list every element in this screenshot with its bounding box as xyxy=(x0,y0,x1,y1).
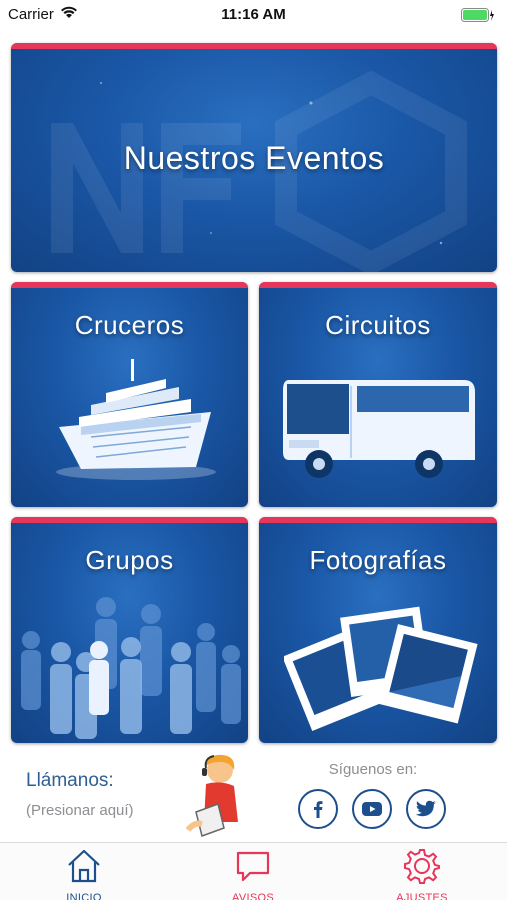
card-title: Circuitos xyxy=(325,310,431,340)
bus-icon xyxy=(283,380,475,478)
gear-icon xyxy=(404,849,440,884)
twitter-button[interactable] xyxy=(406,789,446,829)
twitter-icon xyxy=(415,800,436,817)
tab-inicio[interactable]: INICIO xyxy=(24,847,144,900)
card-title: Fotografías xyxy=(309,545,447,575)
card-circuitos[interactable]: Circuitos xyxy=(259,282,497,507)
status-bar: Carrier 11:16 AM xyxy=(0,0,507,30)
follow-us-label: Síguenos en: xyxy=(328,761,418,778)
tab-bar: INICIO AVISOS AJUSTES xyxy=(0,842,507,900)
card-cruceros[interactable]: Cruceros xyxy=(11,282,248,507)
card-title: Grupos xyxy=(85,545,174,575)
message-icon xyxy=(236,851,270,882)
card-grupos[interactable]: Grupos xyxy=(11,517,248,743)
card-title: Nuestros Eventos xyxy=(123,140,385,176)
cruise-ship-icon xyxy=(56,359,216,480)
tab-ajustes[interactable]: AJUSTES xyxy=(362,847,482,900)
call-us-label[interactable]: Llámanos: xyxy=(26,770,114,792)
youtube-button[interactable] xyxy=(352,789,392,829)
tab-label: INICIO xyxy=(66,892,102,900)
facebook-button[interactable] xyxy=(298,789,338,829)
photos-icon xyxy=(284,606,478,731)
youtube-icon xyxy=(362,802,382,816)
call-agent-illustration[interactable] xyxy=(184,752,248,838)
clock: 11:16 AM xyxy=(221,6,286,23)
card-nuestros-eventos[interactable]: Nuestros Eventos xyxy=(11,43,497,272)
battery-icon xyxy=(461,8,494,22)
home-icon xyxy=(68,849,100,883)
call-us-hint[interactable]: (Presionar aquí) xyxy=(26,802,134,819)
card-fotografias[interactable]: Fotografías xyxy=(259,517,497,743)
crowd-illustration xyxy=(21,597,241,739)
tab-label: AJUSTES xyxy=(396,892,448,900)
tab-label: AVISOS xyxy=(232,892,274,900)
card-title: Cruceros xyxy=(74,310,185,340)
facebook-icon xyxy=(314,801,323,818)
tab-avisos[interactable]: AVISOS xyxy=(193,847,313,900)
